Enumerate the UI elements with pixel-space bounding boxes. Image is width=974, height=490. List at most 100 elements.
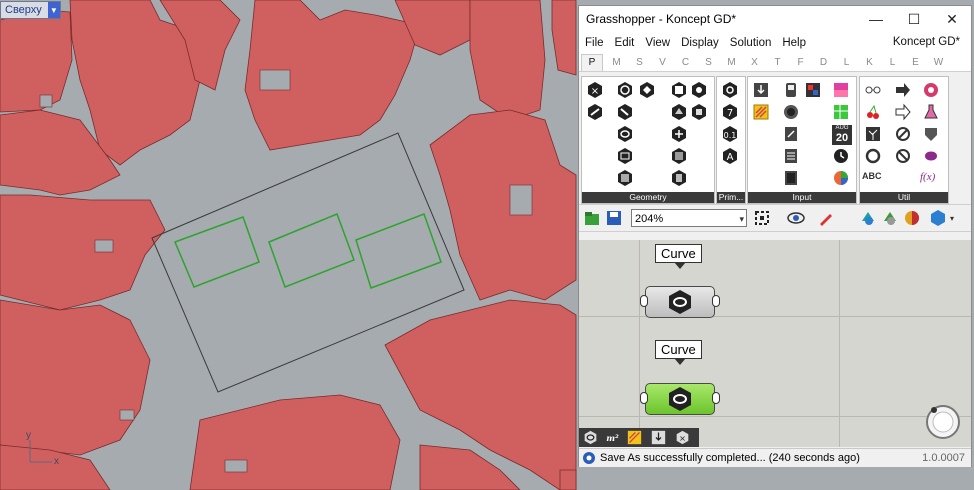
tab-curve[interactable]: C [674, 55, 697, 71]
param-surface-icon[interactable] [616, 147, 634, 165]
param-gradient-icon[interactable] [752, 103, 770, 121]
input-gradient-icon[interactable] [832, 81, 850, 99]
preview-eye-icon[interactable] [787, 209, 807, 227]
zoom-select[interactable]: 204% ▾ [631, 209, 747, 227]
util-panel-label[interactable]: Util [860, 192, 948, 203]
clock-icon[interactable] [832, 147, 850, 165]
cherry-icon[interactable] [864, 103, 882, 121]
glasses-icon[interactable] [864, 81, 882, 99]
gh-titlebar[interactable]: Grasshopper - Koncept GD* — ☐ ✕ [579, 6, 971, 32]
param-point-icon[interactable]: × [586, 81, 604, 99]
arrow-right-outline-icon[interactable] [894, 103, 912, 121]
input-grip[interactable] [640, 295, 648, 307]
input-button-icon[interactable] [782, 103, 800, 121]
menu-help[interactable]: Help [776, 37, 811, 49]
param-data-icon[interactable] [752, 81, 770, 99]
input-list-icon[interactable] [782, 147, 800, 165]
output-grip[interactable] [712, 392, 720, 404]
menu-display[interactable]: Display [675, 37, 724, 49]
curve-param-component[interactable] [645, 286, 715, 318]
tab-f[interactable]: F [789, 55, 812, 71]
zoom-extents-icon[interactable] [753, 209, 771, 227]
python-icon[interactable] [922, 147, 940, 165]
primitive-panel-label[interactable]: Prim... [717, 192, 745, 203]
save-file-icon[interactable] [605, 209, 623, 227]
tab-l[interactable]: L [835, 55, 858, 71]
close-button[interactable]: ✕ [933, 11, 971, 28]
maximize-button[interactable]: ☐ [895, 11, 933, 28]
param-line-icon[interactable] [616, 103, 634, 121]
area-m2-icon[interactable]: m² [605, 430, 620, 445]
material-sphere-icon[interactable] [903, 209, 921, 227]
param-mesh-icon[interactable] [616, 169, 634, 187]
menu-solution[interactable]: Solution [724, 37, 777, 49]
tree-icon[interactable] [864, 125, 882, 143]
navigation-compass-icon[interactable] [923, 400, 963, 440]
data-small-icon[interactable] [651, 430, 666, 445]
tab-display[interactable]: D [812, 55, 835, 71]
arrow-right-filled-icon[interactable] [894, 81, 912, 99]
tab-params[interactable]: P [581, 54, 603, 71]
param-transform-icon[interactable] [670, 125, 688, 143]
no-entry-icon[interactable] [894, 125, 912, 143]
color-wheel-icon[interactable] [832, 169, 850, 187]
viewport-menu-arrow-icon[interactable]: ▼ [47, 2, 60, 18]
tab-l2[interactable]: L [881, 55, 904, 71]
tab-sets[interactable]: S [628, 55, 651, 71]
param-field-icon[interactable] [670, 147, 688, 165]
ring-icon[interactable] [864, 147, 882, 165]
param-curve-icon[interactable] [616, 125, 634, 143]
minimize-button[interactable]: — [857, 11, 895, 27]
abc-icon[interactable]: ABC [862, 171, 882, 181]
brush-icon[interactable] [922, 81, 940, 99]
viewport-title-tab[interactable]: Сверху ▼ [0, 1, 61, 19]
point-small-icon[interactable]: × [675, 430, 690, 445]
tab-intersect[interactable]: X [743, 55, 766, 71]
param-circle-icon[interactable] [616, 81, 634, 99]
calendar-icon[interactable]: AUG 20 [832, 125, 852, 145]
tab-e[interactable]: E [904, 55, 927, 71]
tab-surface[interactable]: S [697, 55, 720, 71]
param-plane-icon[interactable] [670, 103, 688, 121]
disabled-icon[interactable] [894, 147, 912, 165]
output-grip[interactable] [712, 295, 720, 307]
preview-wire-icon[interactable] [881, 209, 899, 227]
param-group-icon[interactable] [690, 103, 708, 121]
curve-param-component-selected[interactable] [645, 383, 715, 415]
input-slider-icon[interactable] [782, 125, 800, 143]
fx-expression-icon[interactable]: f(x) [920, 171, 935, 183]
display-options-icon[interactable]: ▾ [929, 209, 955, 227]
input-swatch-icon[interactable] [804, 81, 822, 99]
tab-maths[interactable]: M [605, 55, 628, 71]
param-brep-icon[interactable] [670, 81, 688, 99]
gradient-small-icon[interactable] [627, 430, 642, 445]
input-matrix-icon[interactable] [832, 103, 850, 121]
input-toggle-icon[interactable] [782, 81, 800, 99]
menu-view[interactable]: View [639, 37, 675, 49]
param-vector-icon[interactable] [586, 103, 604, 121]
param-integer-icon[interactable]: 7 [721, 103, 739, 121]
param-box-icon[interactable] [638, 81, 656, 99]
param-text-icon[interactable]: A [721, 147, 739, 165]
param-geometry-icon[interactable] [690, 81, 708, 99]
param-boolean-icon[interactable] [721, 81, 739, 99]
tab-vector[interactable]: V [651, 55, 674, 71]
input-panel-icon[interactable] [782, 169, 800, 187]
curve-param-small-icon[interactable] [583, 430, 598, 445]
gh-canvas[interactable]: Curve Curve [579, 240, 971, 447]
tab-transform[interactable]: T [766, 55, 789, 71]
shield-icon[interactable] [922, 125, 940, 143]
open-file-icon[interactable] [583, 209, 601, 227]
input-panel-label[interactable]: Input [748, 192, 856, 203]
menu-file[interactable]: File [579, 37, 609, 49]
param-number-icon[interactable]: 0.1 [721, 125, 739, 143]
sketch-pencil-icon[interactable] [817, 209, 835, 227]
param-atom-icon[interactable] [670, 169, 688, 187]
menu-edit[interactable]: Edit [609, 37, 640, 49]
geometry-panel-label[interactable]: Geometry [582, 192, 714, 203]
flask-icon[interactable] [922, 103, 940, 121]
tab-w[interactable]: W [927, 55, 950, 71]
input-grip[interactable] [640, 392, 648, 404]
tab-k[interactable]: K [858, 55, 881, 71]
tab-mesh[interactable]: M [720, 55, 743, 71]
